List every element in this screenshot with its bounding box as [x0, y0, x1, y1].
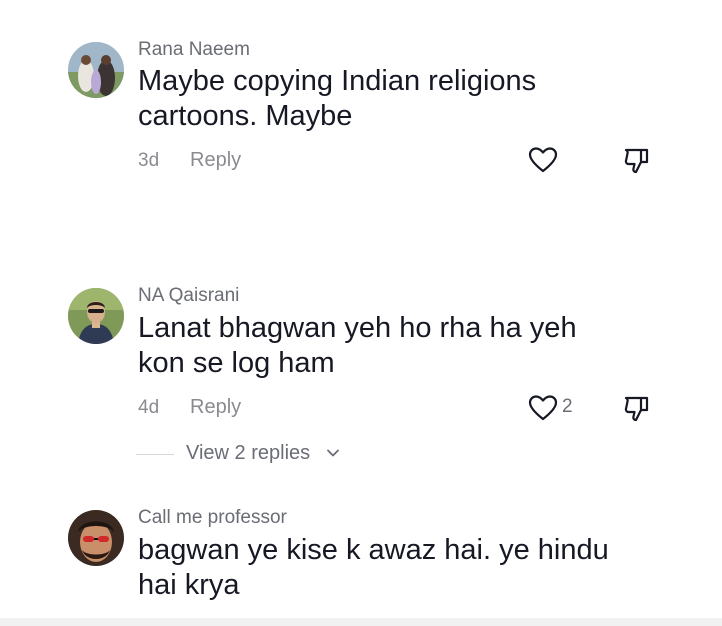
timestamp: 4d: [138, 397, 160, 418]
thumbs-down-icon[interactable]: [622, 145, 652, 175]
comment-text: Lanat bhagwan yeh ho rha ha yeh kon se l…: [138, 311, 658, 381]
username[interactable]: Call me professor: [138, 507, 287, 529]
thumbs-down-icon[interactable]: [622, 393, 652, 423]
username[interactable]: Rana Naeem: [138, 39, 250, 61]
timestamp: 3d: [138, 150, 160, 171]
avatar[interactable]: [68, 42, 124, 98]
comment-text: Maybe copying Indian religions cartoons.…: [138, 64, 658, 134]
divider: [136, 454, 174, 455]
like-count: 2: [562, 396, 573, 417]
comment-text-line: hai krya: [138, 569, 240, 601]
heart-outline-icon[interactable]: [528, 146, 558, 174]
reply-button[interactable]: Reply: [190, 149, 241, 172]
view-replies-label: View 2 replies: [186, 442, 311, 464]
avatar[interactable]: [68, 510, 124, 566]
reply-button[interactable]: Reply: [190, 396, 241, 419]
comment-text-line: Lanat bhagwan yeh ho rha ha yeh: [138, 312, 577, 344]
heart-outline-icon[interactable]: [528, 394, 558, 422]
username[interactable]: NA Qaisrani: [138, 285, 239, 307]
comment-text-line: bagwan ye kise k awaz hai. ye hindu: [138, 534, 609, 566]
comment-text-line: cartoons. Maybe: [138, 100, 353, 132]
comment-text-line: Maybe copying Indian religions: [138, 65, 537, 97]
avatar[interactable]: [68, 288, 124, 344]
chevron-down-icon: [326, 446, 340, 460]
comment-text-line: kon se log ham: [138, 347, 335, 379]
view-replies-button[interactable]: View 2 replies: [136, 440, 356, 470]
comment-text: bagwan ye kise k awaz hai. ye hindu hai …: [138, 533, 658, 603]
bottom-edge: [0, 618, 722, 626]
